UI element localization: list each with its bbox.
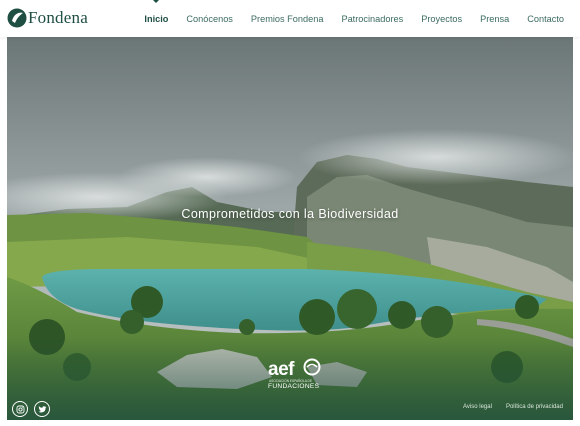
main-nav: Inicio Conócenos Premios Fondena Patroci… (126, 0, 564, 37)
nav-inicio[interactable]: Inicio (144, 0, 169, 24)
aef-partner-logo[interactable]: aef ASOCIACIÓN ESPAÑOLA DE FUNDACIONES (265, 353, 321, 391)
legal-notice-link[interactable]: Aviso legal (463, 404, 492, 410)
nav-label: Premios Fondena (250, 13, 324, 24)
nav-prensa[interactable]: Prensa (480, 14, 509, 24)
nav-label: Inicio (144, 13, 169, 24)
nav-patrocinadores[interactable]: Patrocinadores (341, 14, 403, 24)
fondena-logo[interactable]: Fondena (7, 6, 88, 30)
instagram-icon (16, 405, 24, 413)
nav-proyectos[interactable]: Proyectos (421, 14, 462, 24)
twitter-button[interactable] (34, 401, 50, 417)
site-header: Fondena Inicio Conócenos Premios Fondena… (0, 0, 580, 37)
instagram-button[interactable] (12, 401, 28, 417)
social-links (12, 401, 56, 417)
leaf-logo-icon (7, 8, 27, 28)
aef-wordmark: aef (268, 359, 294, 380)
nav-label: Patrocinadores (341, 13, 404, 24)
footer-links: Aviso legal Política de privacidad (449, 404, 563, 410)
privacy-policy-link[interactable]: Política de privacidad (506, 404, 563, 410)
hero-section: Comprometidos con la Biodiversidad aef A… (7, 37, 573, 420)
nav-label: Prensa (480, 13, 510, 24)
twitter-icon (37, 405, 46, 413)
nav-label: Conócenos (186, 13, 233, 24)
nav-label: Contacto (527, 13, 564, 24)
aef-swirl-icon (303, 358, 321, 376)
aef-subtitle: FUNDACIONES (268, 383, 320, 390)
nav-premios-fondena[interactable]: Premios Fondena (251, 14, 324, 24)
nav-conocenos[interactable]: Conócenos (186, 14, 232, 24)
hero-title: Comprometidos con la Biodiversidad (181, 207, 399, 221)
active-caret-icon (152, 0, 161, 3)
logo-text: Fondena (28, 8, 88, 27)
nav-contacto[interactable]: Contacto (527, 14, 564, 24)
nav-label: Proyectos (421, 13, 463, 24)
